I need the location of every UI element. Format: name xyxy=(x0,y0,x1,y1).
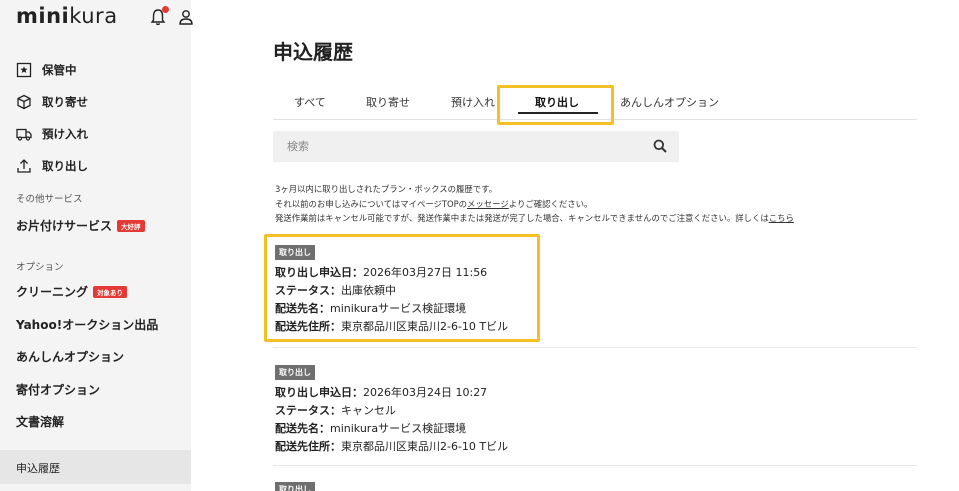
star-box-icon xyxy=(16,62,32,78)
record-status: ステータス：出庫依頼中 xyxy=(275,282,917,300)
sidebar-item-label: 申込履歴 xyxy=(16,462,60,475)
record-destination: 配送先名：minikuraサービス検証環境 xyxy=(275,420,917,438)
sidebar-item-cleaning[interactable]: クリーニング 対象あり xyxy=(16,283,128,300)
sidebar-item-label: 取り出し xyxy=(42,159,88,173)
record-field-value: キャンセル xyxy=(341,404,396,417)
notice-line: 発送作業前はキャンセル可能ですが、発送作業中または発送が完了した場合、キャンセル… xyxy=(275,211,794,226)
record-field-label: ステータス： xyxy=(275,404,341,417)
page-title: 申込履歴 xyxy=(273,40,353,64)
sidebar: minikura 保管中 取り寄せ 預け入れ 取り出し その他サービス お片付け… xyxy=(0,0,194,491)
sidebar-item-document-dissolution[interactable]: 文書溶解 xyxy=(16,413,64,430)
record-date: 取り出し申込日：2026年03月24日 10:27 xyxy=(275,384,917,402)
record-field-label: 配送先住所： xyxy=(275,320,341,333)
bell-icon[interactable] xyxy=(150,6,169,26)
history-record[interactable]: 取り出し 取り出し申込日：2026年03月27日 11:56 ステータス：出庫依… xyxy=(275,240,917,336)
record-status: ステータス：キャンセル xyxy=(275,402,917,420)
notice-line: 3ヶ月以内に取り出しされたプラン・ボックスの履歴です。 xyxy=(275,184,497,194)
tab-takeout[interactable]: 取り出し xyxy=(535,94,579,110)
brand-row: minikura xyxy=(16,4,194,34)
record-type-badge: 取り出し xyxy=(275,245,315,260)
record-divider xyxy=(273,347,917,348)
record-address: 配送先住所：東京都品川区東品川2-6-10 Tビル xyxy=(275,438,917,456)
notification-dot xyxy=(162,6,169,13)
record-destination: 配送先名：minikuraサービス検証環境 xyxy=(275,300,917,318)
tab-anshin-option[interactable]: あんしんオプション xyxy=(620,94,719,110)
sidebar-item-storage[interactable]: 保管中 xyxy=(16,54,88,86)
box-icon xyxy=(17,94,31,110)
record-field-value: 東京都品川区東品川2-6-10 Tビル xyxy=(341,320,509,333)
upload-icon xyxy=(17,159,31,173)
record-field-value: minikuraサービス検証環境 xyxy=(330,422,467,435)
search-icon[interactable] xyxy=(653,139,667,153)
search-input[interactable] xyxy=(273,131,643,162)
record-field-value: 出庫依頼中 xyxy=(341,284,396,297)
search-box xyxy=(273,131,679,162)
sidebar-item-deposit[interactable]: 預け入れ xyxy=(16,118,88,150)
sidebar-item-anshin-option[interactable]: あんしんオプション xyxy=(16,348,124,365)
message-link[interactable]: メッセージ xyxy=(467,199,509,209)
details-link[interactable]: こちら xyxy=(769,213,794,223)
popular-badge: 大好評 xyxy=(117,219,145,232)
record-type-badge: 取り出し xyxy=(275,365,315,380)
sidebar-item-takeout[interactable]: 取り出し xyxy=(16,150,88,182)
history-tabs: すべて 取り寄せ 預け入れ 取り出し あんしんオプション xyxy=(273,84,917,120)
record-divider xyxy=(273,465,917,466)
record-field-label: 取り出し申込日： xyxy=(275,266,363,279)
sidebar-main-nav: 保管中 取り寄せ 預け入れ 取り出し xyxy=(16,54,88,182)
sidebar-item-label: お片付けサービス xyxy=(16,219,113,233)
tab-order[interactable]: 取り寄せ xyxy=(366,94,410,110)
truck-icon xyxy=(16,128,32,141)
record-field-value: minikuraサービス検証環境 xyxy=(330,302,467,315)
sidebar-item-label: 保管中 xyxy=(42,63,77,77)
logo-bold-text: mini xyxy=(16,4,70,28)
record-type-badge: 取り出し xyxy=(275,482,315,491)
sidebar-item-label: 預け入れ xyxy=(42,127,88,141)
sidebar-item-order[interactable]: 取り寄せ xyxy=(16,86,88,118)
other-services-label: その他サービス xyxy=(16,194,83,205)
active-tab-underline xyxy=(518,112,598,114)
record-field-value: 東京都品川区東品川2-6-10 Tビル xyxy=(341,440,509,453)
logo-thin-text: kura xyxy=(69,4,118,28)
record-field-value: 2026年03月24日 10:27 xyxy=(363,386,488,399)
record-field-label: ステータス： xyxy=(275,284,341,297)
sidebar-item-label: 取り寄せ xyxy=(42,95,88,109)
logo[interactable]: minikura xyxy=(16,4,118,28)
sidebar-item-tidy-service[interactable]: お片付けサービス 大好評 xyxy=(16,217,145,234)
user-icon[interactable] xyxy=(178,8,194,26)
history-record[interactable]: 取り出し xyxy=(275,477,917,491)
record-address: 配送先住所：東京都品川区東品川2-6-10 Tビル xyxy=(275,318,917,336)
eligible-badge: 対象あり xyxy=(93,285,128,298)
sidebar-item-donation-option[interactable]: 寄付オプション xyxy=(16,381,100,398)
sidebar-item-label: クリーニング xyxy=(16,285,89,299)
notice-text-fragment: それ以前のお申し込みについてはマイページTOPの xyxy=(275,198,468,209)
record-field-label: 配送先住所： xyxy=(275,440,341,453)
sidebar-item-yahoo-auction[interactable]: Yahoo!オークション出品 xyxy=(16,316,158,333)
notice-text-fragment: よりご確認ください。 xyxy=(508,198,593,209)
record-field-value: 2026年03月27日 11:56 xyxy=(363,266,488,279)
sidebar-item-history[interactable]: 申込履歴 xyxy=(0,450,191,484)
record-field-label: 配送先名： xyxy=(275,422,330,435)
record-date: 取り出し申込日：2026年03月27日 11:56 xyxy=(275,264,917,282)
record-field-label: 配送先名： xyxy=(275,302,330,315)
tab-deposit[interactable]: 預け入れ xyxy=(451,94,495,110)
notice-text: 3ヶ月以内に取り出しされたプラン・ボックスの履歴です。 それ以前のお申し込みにつ… xyxy=(275,182,794,226)
tab-all[interactable]: すべて xyxy=(294,94,326,110)
notice-text-fragment: 発送作業前はキャンセル可能ですが、発送作業中または発送が完了した場合、キャンセル… xyxy=(275,213,769,223)
notice-line: それ以前のお申し込みについてはマイページTOPのメッセージよりご確認ください。 xyxy=(275,197,794,212)
history-record[interactable]: 取り出し 取り出し申込日：2026年03月24日 10:27 ステータス：キャン… xyxy=(275,360,917,456)
record-field-label: 取り出し申込日： xyxy=(275,386,363,399)
options-label: オプション xyxy=(16,262,64,273)
